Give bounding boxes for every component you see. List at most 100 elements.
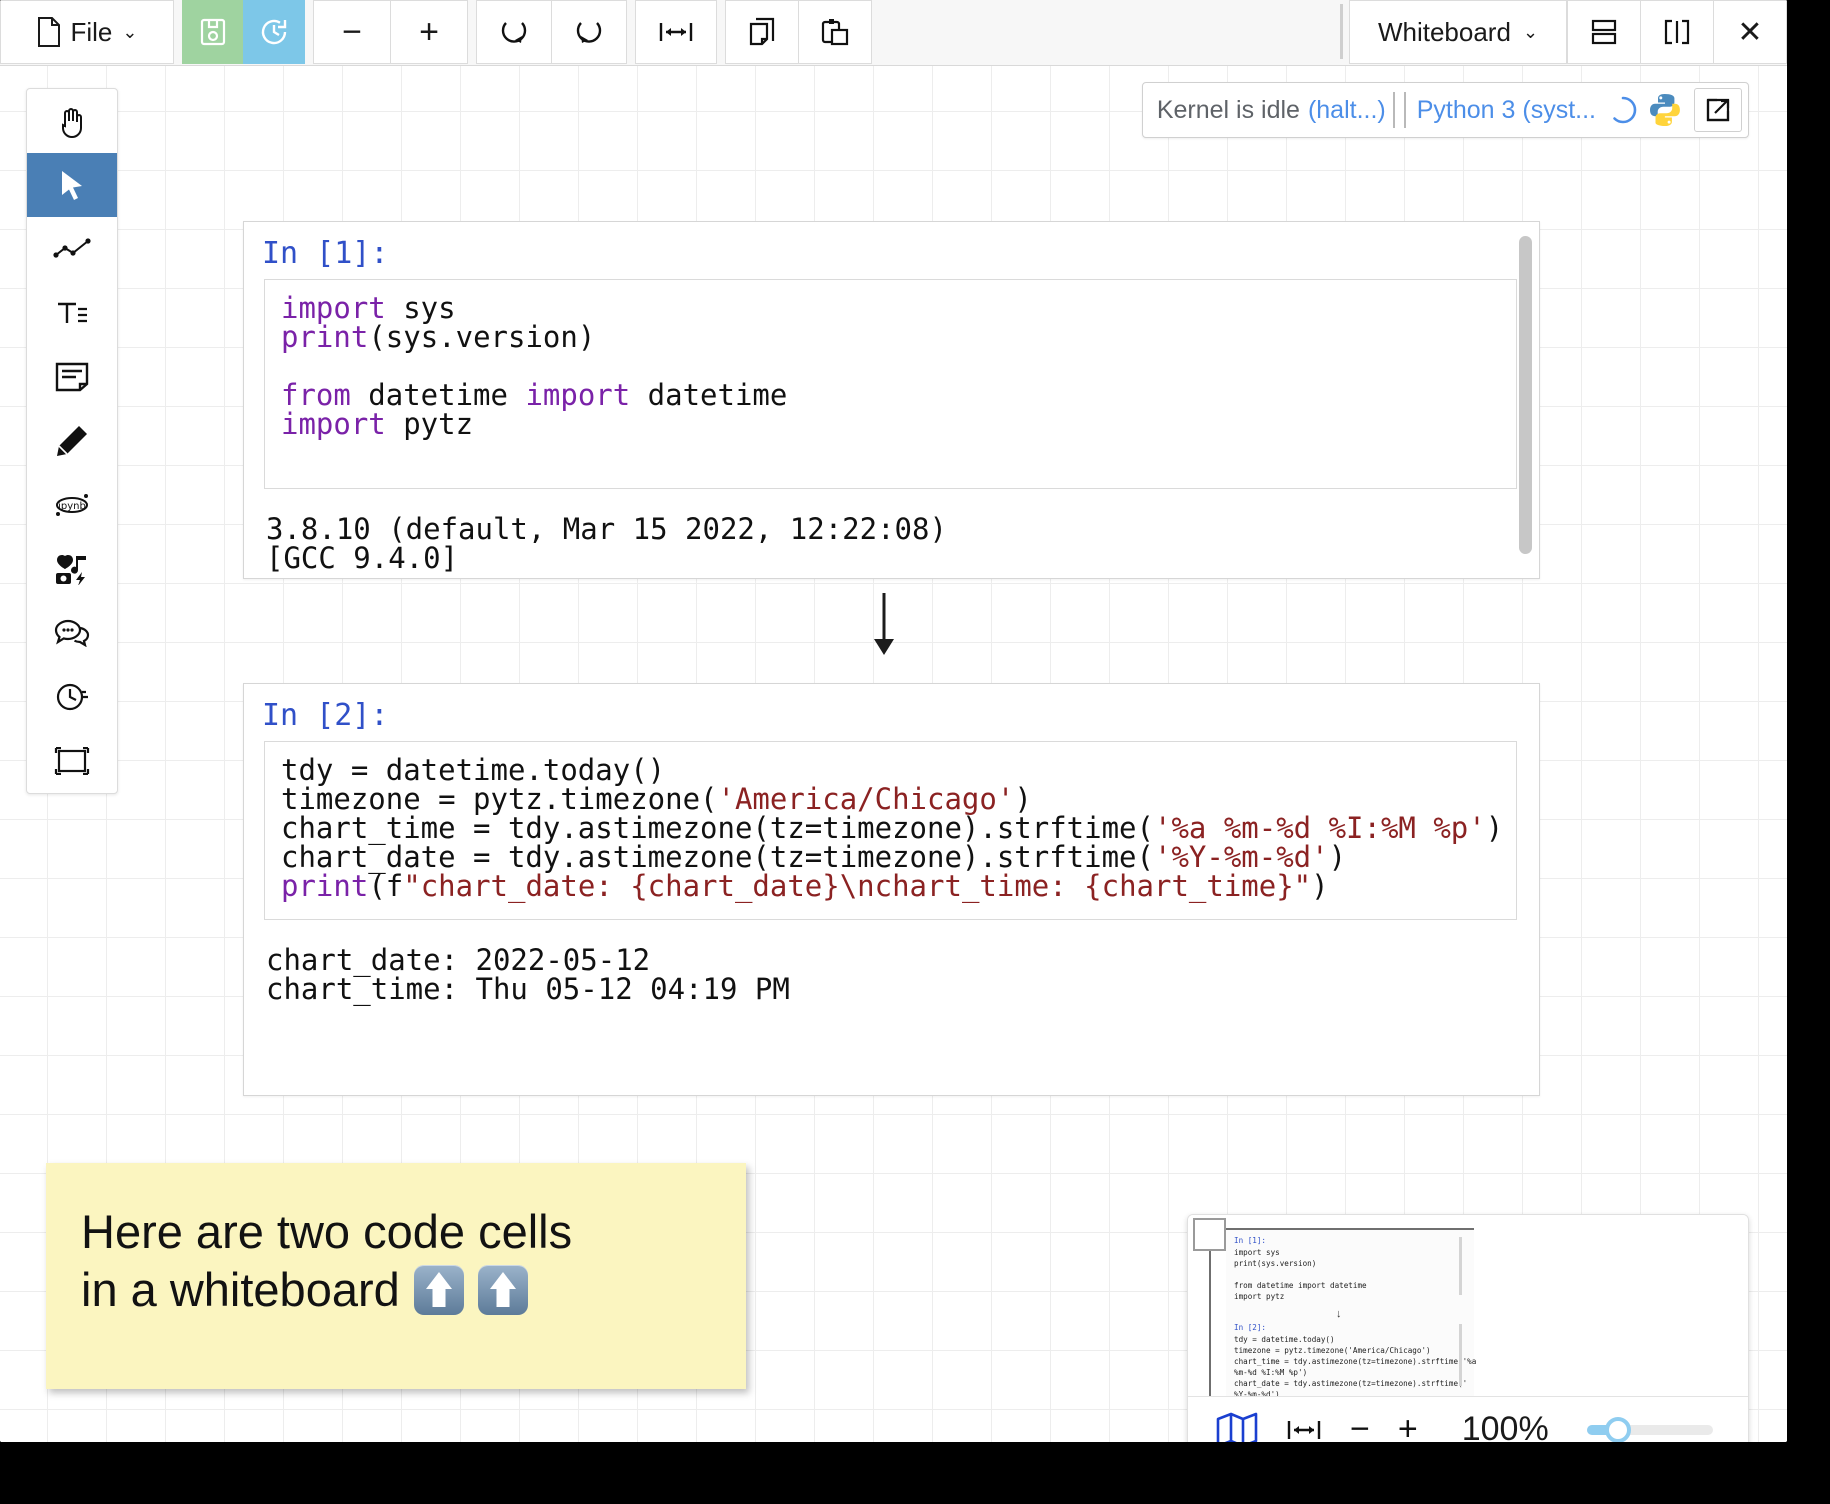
external-link-icon — [1706, 98, 1730, 122]
zoom-level-label: 100% — [1461, 1410, 1549, 1442]
split-horizontal-button[interactable] — [1567, 0, 1641, 64]
note-tool[interactable] — [27, 345, 117, 409]
code-cell-2[interactable]: In [2]: tdy = datetime.today() timezone … — [243, 683, 1540, 1096]
select-tool[interactable] — [27, 153, 117, 217]
zoom-slider[interactable] — [1586, 1416, 1713, 1442]
svg-text:ipynb: ipynb — [58, 501, 86, 512]
python-logo-icon — [1646, 91, 1684, 129]
cell-prompt-1: In [1]: — [262, 236, 389, 271]
minimap-v-guide — [1209, 1251, 1211, 1397]
document-icon — [37, 17, 61, 47]
pencil-icon — [55, 424, 89, 458]
code-cell-1[interactable]: In [1]: import sys print(sys.version) fr… — [243, 221, 1540, 579]
file-menu-button[interactable]: File ⌄ — [0, 0, 174, 64]
stopwatch-icon — [55, 681, 89, 713]
zoom-in-label: + — [419, 12, 439, 51]
sticky-note[interactable]: Here are two code cells in a whiteboard — [46, 1163, 746, 1389]
text-tool[interactable] — [27, 281, 117, 345]
top-toolbar: File ⌄ − + Whiteboard ⌄ ✕ — [0, 0, 1787, 66]
sticky-note-line-1: Here are two code cells — [81, 1203, 746, 1261]
cursor-arrow-icon — [57, 168, 87, 202]
minimap-prompt-2: In [2]: — [1234, 1323, 1267, 1332]
minimap-zoom-out-button[interactable]: − — [1350, 1410, 1370, 1442]
undo-redo-group — [476, 0, 627, 65]
up-arrow-emoji-icon-2 — [477, 1264, 528, 1315]
minimap-scrollbar-2 — [1459, 1324, 1462, 1386]
floppy-save-icon — [200, 18, 226, 46]
kernel-status-bar: Kernel is idle (halt...) Python 3 (syst.… — [1141, 82, 1749, 138]
external-link-button[interactable] — [1694, 88, 1742, 132]
media-icon — [54, 553, 90, 585]
redo-button[interactable] — [551, 0, 627, 64]
paste-button[interactable] — [798, 0, 872, 64]
whiteboard-app-window: File ⌄ − + Whiteboard ⌄ ✕ Kernel is idle… — [0, 0, 1787, 1442]
fit-width-icon — [658, 19, 694, 45]
minimap-cell-2: In [2]: — [1234, 1322, 1266, 1333]
chat-bubble-icon — [54, 619, 90, 647]
split-vertical-button[interactable] — [1640, 0, 1714, 64]
cell-source-2: tdy = datetime.today() timezone = pytz.t… — [281, 753, 1504, 903]
tool-palette: ipynb — [26, 88, 118, 794]
map-icon[interactable] — [1216, 1412, 1258, 1442]
minimap-viewport[interactable]: In [1]: import sys print(sys.version) fr… — [1188, 1215, 1748, 1397]
file-menu-label: File — [70, 16, 113, 47]
close-icon: ✕ — [1737, 15, 1763, 49]
media-tool[interactable] — [27, 537, 117, 601]
chevron-down-icon: ⌄ — [1522, 22, 1539, 42]
minimap-view-rect[interactable] — [1193, 1218, 1226, 1251]
zoom-out-button[interactable]: − — [313, 0, 391, 64]
minimap-panel[interactable]: In [1]: import sys print(sys.version) fr… — [1187, 1214, 1749, 1442]
toolbar-divider — [1340, 4, 1343, 59]
kernel-halt-link[interactable]: (halt...) — [1308, 96, 1386, 125]
cell-output-2: chart_date: 2022-05-12 chart_time: Thu 0… — [266, 943, 790, 1006]
clock-history-icon — [259, 17, 289, 47]
frame-tool[interactable] — [27, 729, 117, 793]
fit-width-button[interactable] — [635, 0, 717, 64]
fit-width-group — [635, 0, 717, 65]
kernel-name-label[interactable]: Python 3 (syst... — [1417, 96, 1596, 125]
minimap-cell-1: In [1]: — [1234, 1235, 1266, 1246]
copy-button[interactable] — [725, 0, 799, 64]
minimap-fit-width-button[interactable] — [1286, 1417, 1322, 1443]
spinner-icon — [1608, 95, 1638, 125]
undo-button[interactable] — [476, 0, 552, 64]
polyline-icon — [53, 238, 91, 260]
minimap-arrow-icon: ↓ — [1336, 1308, 1342, 1320]
save-button[interactable] — [182, 0, 244, 64]
up-arrow-emoji-icon — [413, 1264, 464, 1315]
minimap-zoom-in-button[interactable]: + — [1398, 1410, 1418, 1442]
chat-tool[interactable] — [27, 601, 117, 665]
whiteboard-menu-label: Whiteboard — [1377, 16, 1511, 47]
text-icon — [55, 299, 89, 327]
cell-connector-arrow — [866, 593, 902, 659]
split-close-group: ✕ — [1567, 0, 1787, 65]
close-button[interactable]: ✕ — [1713, 0, 1787, 64]
zoom-slider-knob[interactable] — [1604, 1416, 1631, 1442]
sticky-note-line-2: in a whiteboard — [81, 1261, 746, 1319]
minimap-toolbar: − + 100% — [1188, 1396, 1748, 1442]
whiteboard-menu-button[interactable]: Whiteboard ⌄ — [1349, 0, 1567, 64]
hand-pan-tool[interactable] — [27, 89, 117, 153]
sticky-note-text-1: Here are two code cells — [81, 1205, 573, 1258]
cell-scrollbar-1[interactable] — [1519, 236, 1532, 554]
cell-editor-1[interactable]: import sys print(sys.version) from datet… — [264, 279, 1517, 489]
cell-editor-2[interactable]: tdy = datetime.today() timezone = pytz.t… — [264, 741, 1517, 920]
timer-tool[interactable] — [27, 665, 117, 729]
ipynb-tool[interactable]: ipynb — [27, 473, 117, 537]
minimap-code-2: tdy = datetime.today() timezone = pytz.t… — [1234, 1335, 1477, 1397]
whiteboard-canvas[interactable]: Kernel is idle (halt...) Python 3 (syst.… — [0, 66, 1787, 1442]
sticky-note-icon — [55, 362, 89, 392]
zoom-out-label: − — [342, 12, 362, 51]
minimap-code-1: import sys print(sys.version) from datet… — [1234, 1248, 1367, 1301]
hand-icon — [55, 104, 89, 138]
minimap-scrollbar-1 — [1459, 1237, 1462, 1295]
cell-output-1: 3.8.10 (default, Mar 15 2022, 12:22:08) … — [266, 512, 947, 575]
cell-prompt-2: In [2]: — [262, 698, 389, 733]
edge-tool[interactable] — [27, 217, 117, 281]
ipynb-icon: ipynb — [52, 490, 92, 520]
history-button[interactable] — [243, 0, 305, 64]
pen-tool[interactable] — [27, 409, 117, 473]
toolbar-spacer — [872, 0, 1334, 65]
zoom-in-button[interactable]: + — [390, 0, 468, 64]
split-vertical-icon — [1663, 18, 1691, 46]
